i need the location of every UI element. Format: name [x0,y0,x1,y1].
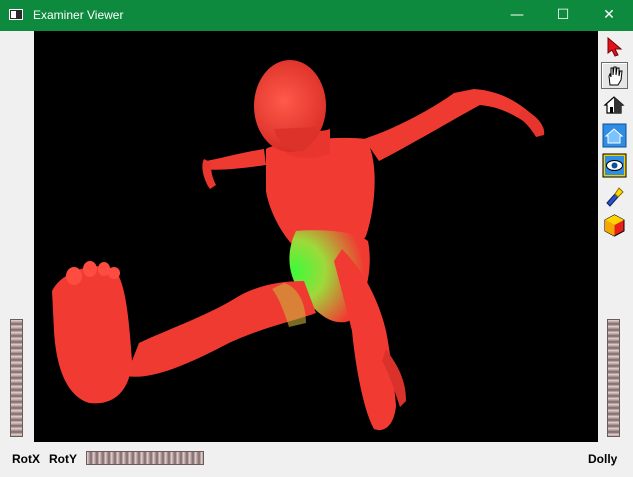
roty-thumbwheel[interactable] [86,451,204,465]
dolly-thumbwheel[interactable] [607,319,620,437]
dolly-label: Dolly [588,452,618,466]
seek-button[interactable] [601,182,628,209]
view-mode-button[interactable] [601,62,628,89]
app-window-icon [9,9,23,20]
maximize-button[interactable]: ☐ [540,0,586,31]
view-all-button[interactable] [601,152,628,179]
hand-view-icon [608,66,623,86]
rotx-label: RotX [12,452,40,466]
viewer-toolbar [598,31,633,442]
title-bar: Examiner Viewer — ☐ ✕ [0,0,633,31]
projection-cube-icon [604,214,625,237]
3d-viewport[interactable] [34,31,598,442]
select-mode-button[interactable] [601,33,628,60]
set-home-button[interactable] [601,122,628,149]
set-home-icon [602,123,627,148]
projection-toggle-button[interactable] [601,212,628,239]
close-button[interactable]: ✕ [586,0,632,31]
home-icon [603,96,625,114]
window-title: Examiner Viewer [33,8,124,22]
select-arrow-icon [607,36,623,57]
rotx-thumbwheel[interactable] [10,319,23,437]
roty-label: RotY [49,452,77,466]
home-button[interactable] [601,91,628,118]
rendered-model [52,60,545,431]
view-all-icon [602,153,627,178]
minimize-button[interactable]: — [494,0,540,31]
seek-flashlight-icon [606,187,624,207]
